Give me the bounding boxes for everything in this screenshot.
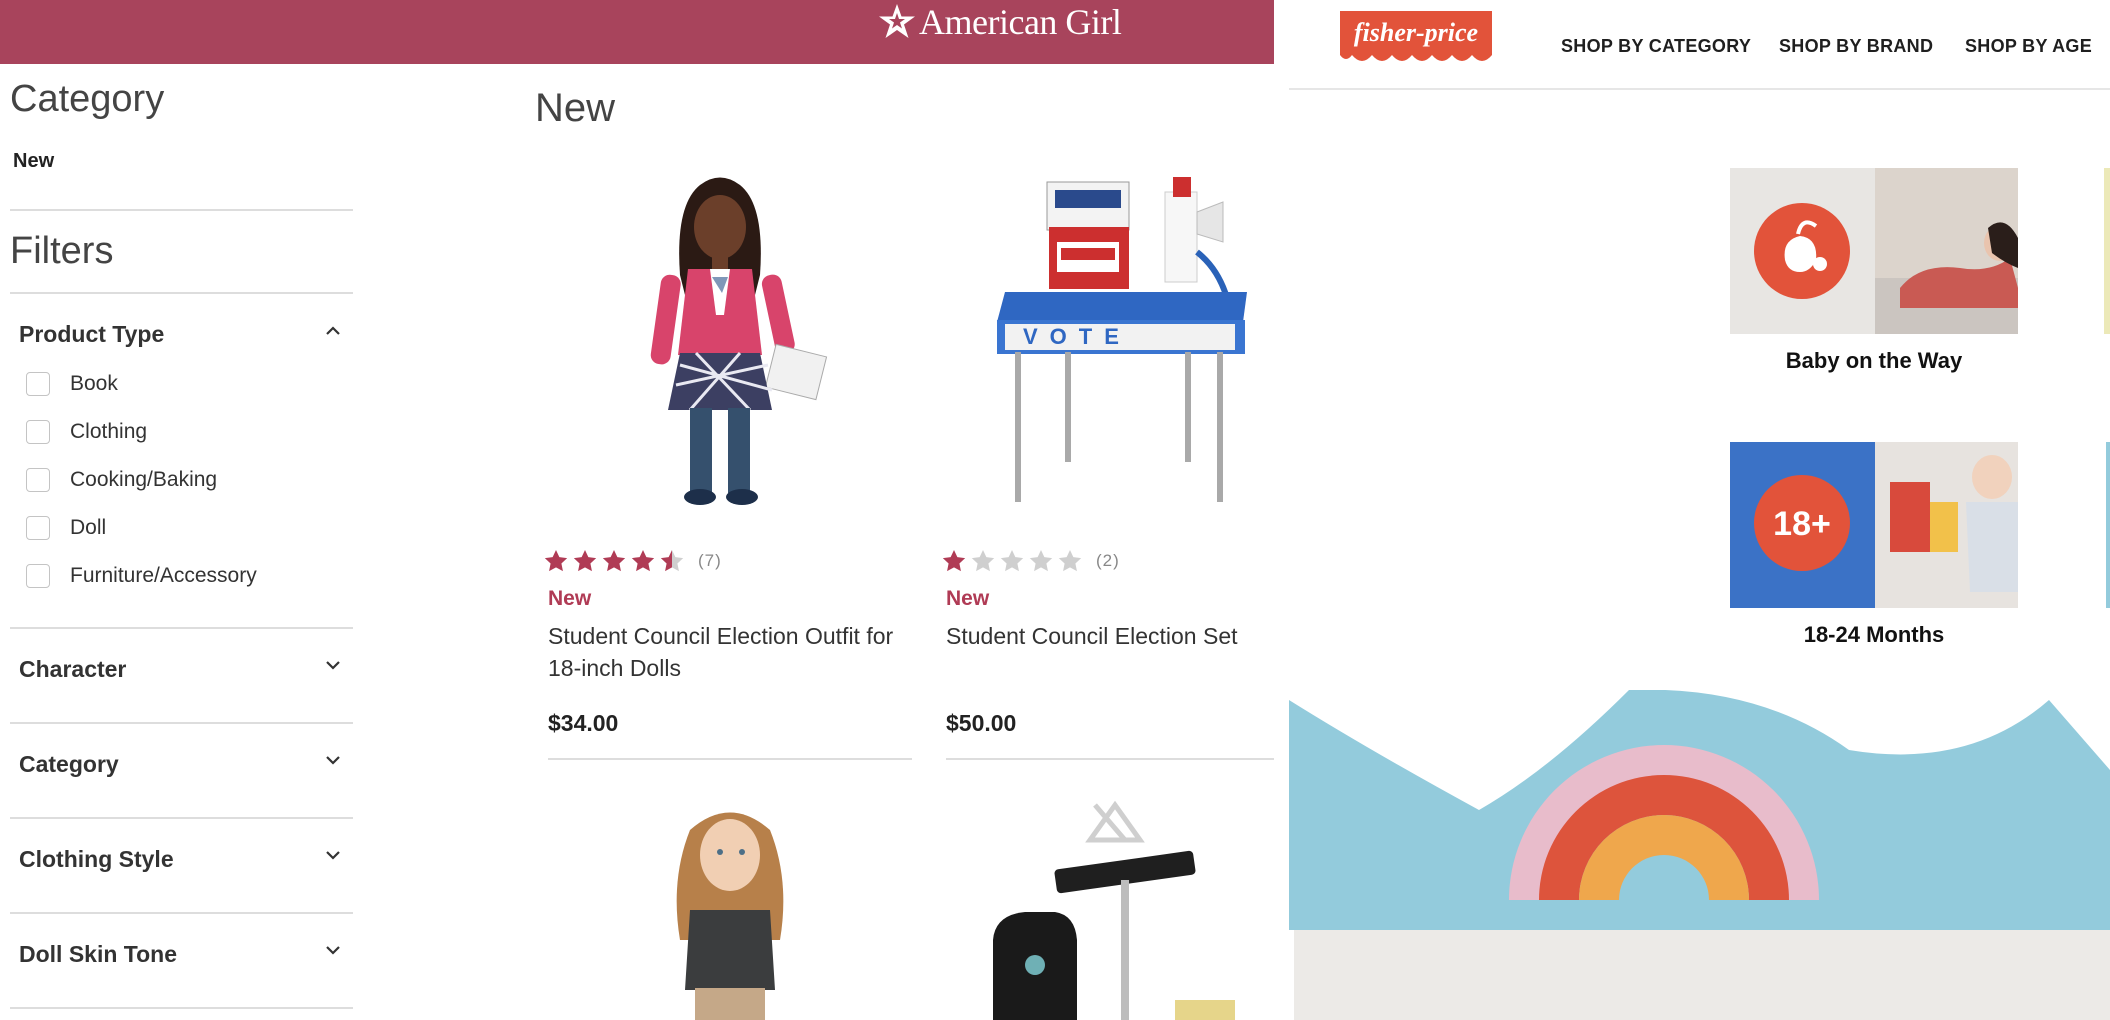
- category-item-new[interactable]: New: [13, 150, 54, 173]
- star-icon: [573, 549, 597, 572]
- divider: [10, 627, 353, 629]
- review-count[interactable]: (7): [698, 551, 722, 571]
- tile-baby-on-the-way[interactable]: [1730, 168, 2018, 334]
- header-divider: [1289, 88, 2110, 90]
- svg-text:VOTE: VOTE: [1023, 324, 1131, 349]
- product-image-doll-outfit[interactable]: [600, 165, 840, 515]
- checkbox[interactable]: [26, 468, 50, 492]
- nav-shop-by-age[interactable]: SHOP BY AGE: [1965, 36, 2092, 57]
- checkbox[interactable]: [26, 420, 50, 444]
- category-heading: Category: [10, 78, 165, 120]
- panel-gutter: [1274, 0, 1289, 1020]
- facet-clothing-style[interactable]: Clothing Style: [19, 846, 174, 873]
- filter-option-cooking-baking[interactable]: Cooking/Baking: [26, 466, 217, 494]
- chevron-down-icon[interactable]: [324, 846, 342, 864]
- filter-option-label: Doll: [70, 516, 107, 539]
- star-icon: [942, 549, 966, 572]
- divider: [10, 817, 353, 819]
- ag-logo-text: American Girl: [919, 2, 1122, 42]
- checkbox[interactable]: [26, 516, 50, 540]
- facet-doll-skin-tone[interactable]: Doll Skin Tone: [19, 941, 177, 968]
- star-icon: [544, 549, 568, 572]
- star-icon: [660, 549, 684, 572]
- product-image-election-set[interactable]: VOTE: [985, 172, 1274, 517]
- tile-partial: [2106, 442, 2110, 608]
- tile-label[interactable]: 18-24 Months: [1730, 622, 2018, 648]
- divider: [10, 292, 353, 294]
- facet-category[interactable]: Category: [19, 751, 119, 778]
- divider: [10, 722, 353, 724]
- filters-heading: Filters: [10, 230, 114, 272]
- product-name[interactable]: Student Council Election Set: [946, 620, 1274, 652]
- chevron-down-icon[interactable]: [324, 656, 342, 674]
- star-icon: [631, 549, 655, 572]
- chevron-up-icon[interactable]: [324, 322, 342, 340]
- nav-shop-by-brand[interactable]: SHOP BY BRAND: [1779, 36, 1933, 57]
- chevron-down-icon[interactable]: [324, 941, 342, 959]
- review-count[interactable]: (2): [1096, 551, 1120, 571]
- filter-option-label: Clothing: [70, 420, 148, 443]
- new-badge: New: [946, 587, 990, 610]
- divider: [946, 758, 1274, 760]
- rating-stars: (2): [941, 548, 1120, 574]
- tile-partial: [2104, 168, 2110, 334]
- tile-label[interactable]: Baby on the Way: [1730, 348, 2018, 374]
- fisher-price-logo[interactable]: fisher-price: [1336, 7, 1496, 67]
- facet-product-type[interactable]: Product Type: [19, 321, 164, 348]
- rating-stars: (7): [543, 548, 722, 574]
- product-image-doll-2[interactable]: [650, 800, 810, 1020]
- nav-shop-by-category[interactable]: SHOP BY CATEGORY: [1561, 36, 1751, 57]
- star-logo-icon: [879, 4, 915, 38]
- filter-option-doll[interactable]: Doll: [26, 514, 106, 542]
- product-price: $34.00: [548, 710, 619, 736]
- product-price: $50.00: [946, 710, 1017, 736]
- filter-option-clothing[interactable]: Clothing: [26, 418, 147, 446]
- product-name[interactable]: Student Council Election Outfit for 18-i…: [548, 620, 918, 684]
- divider: [548, 758, 912, 760]
- filter-option-label: Book: [70, 372, 118, 395]
- tile-18-24-months[interactable]: 18+: [1730, 442, 2018, 608]
- ag-header: American Girl: [0, 0, 1274, 64]
- page-title: New: [535, 86, 616, 130]
- divider: [10, 209, 353, 211]
- fisher-price-logo-text: fisher-price: [1354, 18, 1478, 47]
- star-icon: [1058, 549, 1082, 572]
- checkbox[interactable]: [26, 372, 50, 396]
- american-girl-panel: American Girl Category New Filters Produ…: [0, 0, 1274, 1020]
- star-icon: [1000, 549, 1024, 572]
- star-icon: [602, 549, 626, 572]
- ag-logo[interactable]: American Girl: [877, 2, 1122, 42]
- rainbow-banner: [1289, 690, 2110, 1020]
- facet-character[interactable]: Character: [19, 656, 126, 683]
- filter-option-label: Furniture/Accessory: [70, 564, 257, 587]
- chevron-down-icon[interactable]: [324, 751, 342, 769]
- filter-option-book[interactable]: Book: [26, 370, 118, 398]
- new-badge: New: [548, 587, 592, 610]
- product-image-glockenspiel[interactable]: [975, 800, 1255, 1020]
- fisher-price-panel: fisher-price SHOP BY CATEGORY SHOP BY BR…: [1289, 0, 2110, 1020]
- divider: [10, 912, 353, 914]
- checkbox[interactable]: [26, 564, 50, 588]
- filter-option-label: Cooking/Baking: [70, 468, 218, 491]
- tile-badge-text: 18+: [1773, 505, 1831, 543]
- divider: [10, 1007, 353, 1009]
- star-icon: [1029, 549, 1053, 572]
- star-icon: [971, 549, 995, 572]
- filter-option-furniture-accessory[interactable]: Furniture/Accessory: [26, 562, 257, 590]
